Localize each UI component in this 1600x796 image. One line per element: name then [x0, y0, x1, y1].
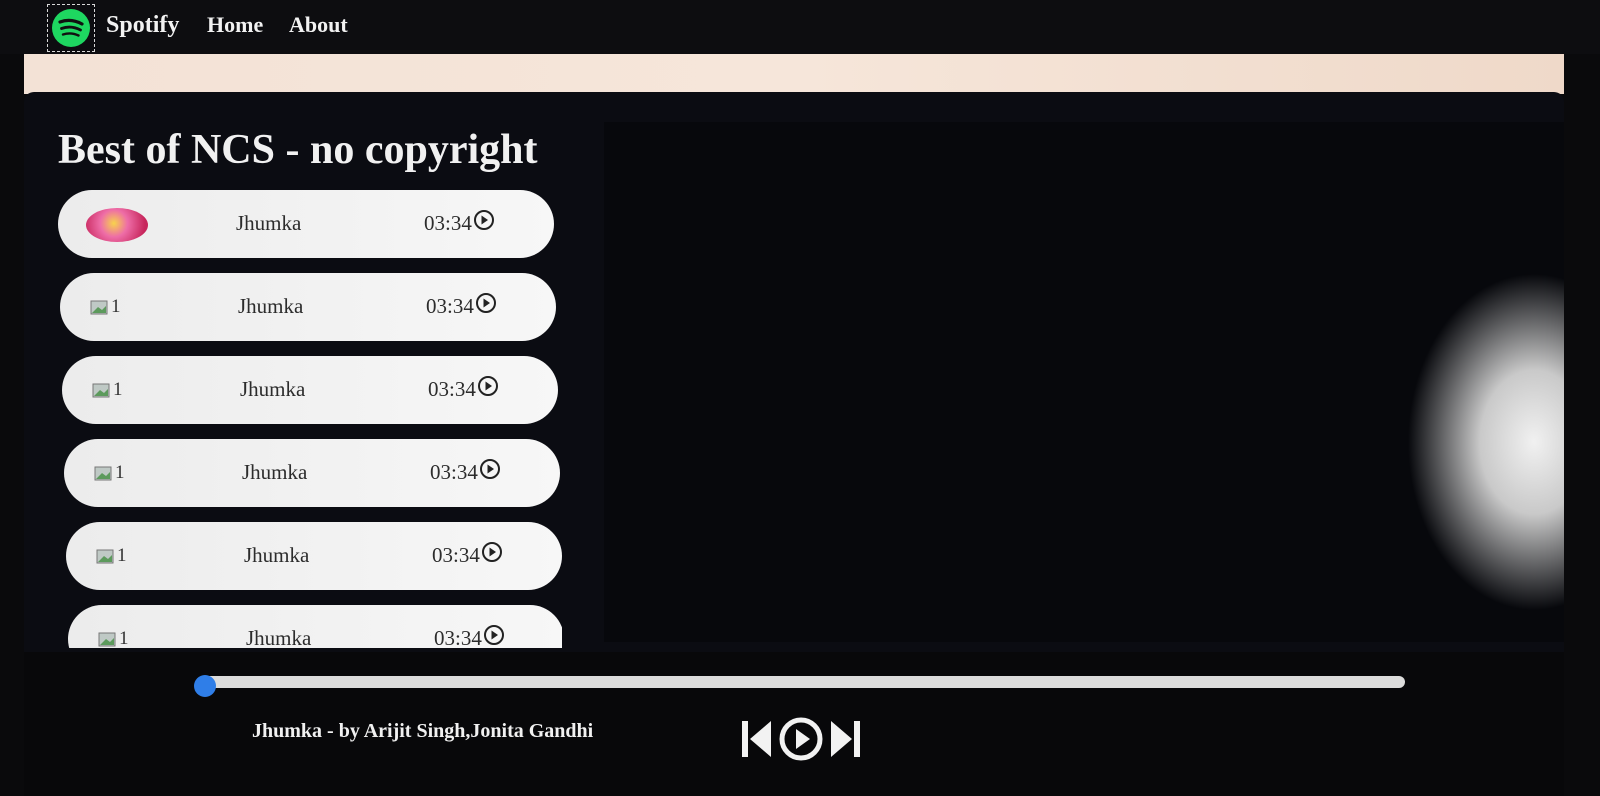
song-item[interactable]: Jhumka 03:34	[58, 190, 554, 258]
play-circle-icon[interactable]	[473, 209, 495, 237]
spotify-logo-icon[interactable]	[47, 4, 95, 52]
song-item[interactable]: 1 Jhumka 03:34	[64, 439, 560, 507]
song-name: Jhumka	[238, 294, 304, 318]
song-item[interactable]: 1 Jhumka 03:34	[68, 605, 562, 648]
song-duration: 03:34	[426, 293, 474, 318]
progress-thumb[interactable]	[194, 675, 216, 697]
playlist-title: Best of NCS - no copyright	[58, 127, 538, 173]
nav-link-about[interactable]: About	[289, 12, 348, 38]
nav-link-home[interactable]: Home	[207, 12, 263, 38]
song-duration: 03:34	[424, 210, 472, 235]
song-list[interactable]: Jhumka 03:34 1 Jhumka 03:34 1 Jhumka 03:…	[58, 190, 562, 648]
image-alt-text: 1	[113, 379, 123, 400]
image-alt-text: 1	[115, 462, 125, 483]
next-icon[interactable]	[828, 718, 862, 760]
main-container: Best of NCS - no copyright Jhumka 03:34 …	[24, 92, 1564, 652]
song-name: Jhumka	[242, 460, 308, 484]
song-item[interactable]: 1 Jhumka 03:34	[60, 273, 556, 341]
top-banner-strip	[24, 54, 1564, 94]
song-duration: 03:34	[428, 376, 476, 401]
previous-icon[interactable]	[740, 718, 774, 760]
song-name: Jhumka	[236, 211, 302, 235]
image-alt-text: 1	[119, 628, 129, 648]
play-circle-icon[interactable]	[479, 458, 501, 486]
broken-image-icon: 1	[90, 296, 121, 318]
song-duration: 03:34	[434, 625, 482, 649]
play-circle-icon[interactable]	[477, 375, 499, 403]
broken-image-icon: 1	[94, 462, 125, 484]
broken-image-icon: 1	[96, 545, 127, 567]
song-item[interactable]: 1 Jhumka 03:34	[66, 522, 562, 590]
brand-name[interactable]: Spotify	[106, 12, 179, 39]
now-playing-info: Jhumka - by Arijit Singh,Jonita Gandhi	[252, 720, 594, 742]
song-cover-image	[86, 208, 148, 242]
play-circle-icon[interactable]	[481, 541, 503, 569]
play-circle-icon[interactable]	[483, 624, 505, 648]
navbar: Spotify Home About	[0, 0, 1600, 54]
image-alt-text: 1	[117, 545, 127, 566]
song-name: Jhumka	[240, 377, 306, 401]
player-controls	[740, 714, 868, 764]
progress-bar[interactable]	[200, 676, 1405, 688]
broken-image-icon: 1	[98, 628, 129, 648]
song-item[interactable]: 1 Jhumka 03:34	[62, 356, 558, 424]
song-duration: 03:34	[430, 459, 478, 484]
image-alt-text: 1	[111, 296, 121, 317]
hero-image	[604, 122, 1564, 642]
song-duration: 03:34	[432, 542, 480, 567]
broken-image-icon: 1	[92, 379, 123, 401]
play-icon[interactable]	[778, 716, 824, 762]
song-name: Jhumka	[246, 626, 312, 648]
play-circle-icon[interactable]	[475, 292, 497, 320]
song-name: Jhumka	[244, 543, 310, 567]
